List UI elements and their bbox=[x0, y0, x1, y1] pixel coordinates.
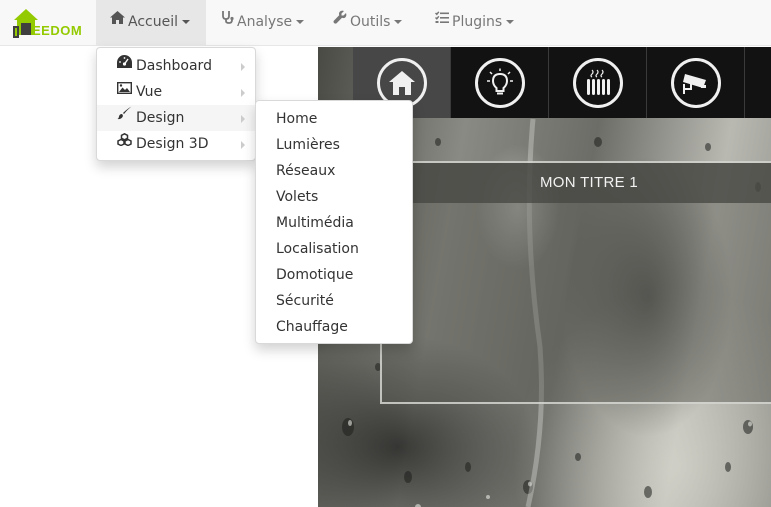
wrench-icon bbox=[333, 0, 347, 42]
menu-item-dashboard[interactable]: Dashboard bbox=[97, 53, 255, 79]
accueil-dropdown-menu: Dashboard Vue Design Design 3D bbox=[96, 47, 256, 161]
caret-right-icon bbox=[241, 141, 245, 149]
design-title-panel: MON TITRE 1 bbox=[380, 161, 771, 404]
nav-plugins-label: Plugins bbox=[452, 14, 503, 30]
tile-lights[interactable] bbox=[451, 47, 549, 118]
design-item-volets[interactable]: Volets bbox=[256, 184, 412, 210]
nav-plugins[interactable]: Plugins bbox=[420, 0, 532, 46]
camera-icon bbox=[670, 57, 721, 108]
cubes-icon bbox=[117, 129, 132, 155]
top-navbar: EEDOM Accueil Analyse Outils Plugins bbox=[0, 0, 771, 46]
design-item-domotique[interactable]: Domotique bbox=[256, 262, 412, 288]
design-submenu: Home Lumières Réseaux Volets Multimédia … bbox=[255, 100, 413, 344]
design-item-multimedia[interactable]: Multimédia bbox=[256, 210, 412, 236]
paintbrush-icon bbox=[117, 103, 132, 129]
design-item-localisation[interactable]: Localisation bbox=[256, 236, 412, 262]
caret-down-icon bbox=[182, 20, 190, 24]
jeedom-logo[interactable]: EEDOM bbox=[12, 6, 84, 40]
design-item-securite[interactable]: Sécurité bbox=[256, 288, 412, 314]
stethoscope-icon bbox=[221, 0, 234, 42]
menu-item-label: Design bbox=[136, 110, 185, 126]
tile-security[interactable] bbox=[647, 47, 745, 118]
tile-more[interactable] bbox=[745, 47, 771, 118]
menu-item-label: Design 3D bbox=[136, 136, 209, 152]
caret-right-icon bbox=[241, 115, 245, 123]
design-title: MON TITRE 1 bbox=[540, 174, 639, 191]
home-icon bbox=[110, 0, 125, 42]
menu-item-label: Dashboard bbox=[136, 58, 212, 74]
radiator-icon bbox=[572, 57, 623, 108]
design-icon-bar bbox=[353, 47, 771, 118]
menu-item-design-3d[interactable]: Design 3D bbox=[97, 131, 255, 157]
caret-down-icon bbox=[506, 20, 515, 24]
caret-down-icon bbox=[296, 20, 305, 24]
design-item-lumieres[interactable]: Lumières bbox=[256, 132, 412, 158]
nav-outils[interactable]: Outils bbox=[318, 0, 420, 46]
caret-right-icon bbox=[241, 63, 245, 71]
lightbulb-icon bbox=[474, 57, 525, 108]
dashboard-icon bbox=[117, 51, 132, 77]
nav-analyse-label: Analyse bbox=[237, 14, 293, 30]
design-item-chauffage[interactable]: Chauffage bbox=[256, 314, 412, 340]
menu-item-label: Vue bbox=[136, 84, 163, 100]
logo-text: EEDOM bbox=[32, 23, 83, 38]
caret-down-icon bbox=[394, 20, 403, 24]
design-item-home[interactable]: Home bbox=[256, 106, 412, 132]
menu-item-vue[interactable]: Vue bbox=[97, 79, 255, 105]
title-bar: MON TITRE 1 bbox=[382, 163, 771, 203]
design-item-reseaux[interactable]: Réseaux bbox=[256, 158, 412, 184]
caret-right-icon bbox=[241, 89, 245, 97]
nav-outils-label: Outils bbox=[350, 14, 391, 30]
menu-item-design[interactable]: Design bbox=[97, 105, 255, 131]
nav-analyse[interactable]: Analyse bbox=[206, 0, 318, 46]
tile-heating[interactable] bbox=[549, 47, 647, 118]
tasks-icon bbox=[434, 0, 449, 42]
nav-accueil[interactable]: Accueil bbox=[96, 0, 206, 46]
picture-icon bbox=[116, 77, 133, 103]
nav-accueil-label: Accueil bbox=[128, 14, 178, 30]
